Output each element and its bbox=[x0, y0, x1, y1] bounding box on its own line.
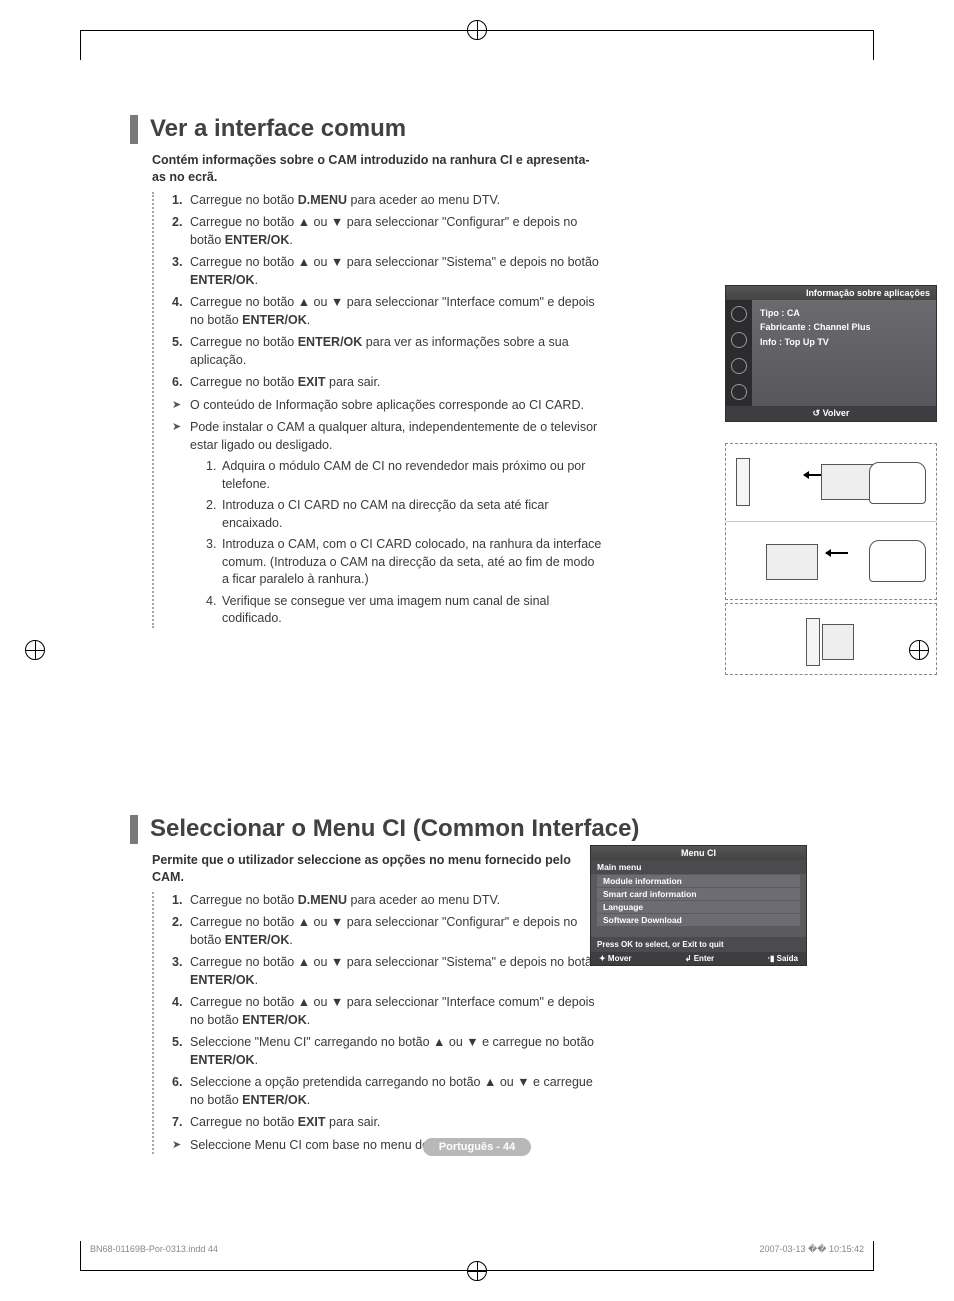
cam-inserted-diagram bbox=[725, 603, 937, 675]
osd-menu-ci: Menu CI Main menu Module informationSmar… bbox=[590, 845, 807, 966]
step-item: 2.Carregue no botão ▲ ou ▼ para seleccio… bbox=[172, 914, 602, 949]
imprint: BN68-01169B-Por-0313.indd 44 2007-03-13 … bbox=[90, 1244, 864, 1255]
substep-item: 1.Adquira o módulo CAM de CI no revended… bbox=[206, 458, 602, 493]
step-item: 5.Seleccione "Menu CI" carregando no bot… bbox=[172, 1034, 602, 1069]
imprint-file: BN68-01169B-Por-0313.indd 44 bbox=[90, 1244, 218, 1255]
step-item: 1.Carregue no botão D.MENU para aceder a… bbox=[172, 192, 602, 210]
cam-icon bbox=[766, 544, 818, 580]
step-item: 1.Carregue no botão D.MENU para aceder a… bbox=[172, 892, 602, 910]
hand-icon bbox=[869, 462, 926, 504]
registration-mark-icon bbox=[25, 640, 45, 660]
osd-title: Informação sobre aplicações bbox=[726, 286, 936, 300]
section-title: Seleccionar o Menu CI (Common Interface) bbox=[130, 815, 825, 844]
step-item: 6.Seleccione a opção pretendida carregan… bbox=[172, 1074, 602, 1109]
osd-main-menu: Main menu bbox=[591, 860, 806, 874]
osd-exit-hint: ⋅▮ Saída bbox=[767, 954, 798, 963]
osd-title: Menu CI bbox=[591, 846, 806, 860]
card-icon bbox=[821, 464, 873, 500]
arrow-left-icon bbox=[826, 552, 848, 554]
substep-item: 3.Introduza o CAM, com o CI CARD colocad… bbox=[206, 536, 602, 589]
osd-hint: Press OK to select, or Exit to quit bbox=[591, 937, 806, 952]
cam-icon bbox=[822, 624, 854, 660]
osd-app-info: Informação sobre aplicações Tipo : CA Fa… bbox=[725, 285, 937, 422]
osd-enter-hint: ↲ Enter bbox=[685, 954, 714, 963]
page-number: Português - 44 bbox=[423, 1138, 531, 1156]
osd-manufacturer: Fabricante : Channel Plus bbox=[760, 320, 928, 334]
page-footer: Português - 44 bbox=[0, 1137, 954, 1156]
osd-info-column: Tipo : CA Fabricante : Channel Plus Info… bbox=[752, 300, 936, 406]
step-item: 4.Carregue no botão ▲ ou ▼ para seleccio… bbox=[172, 294, 602, 329]
section-title-text: Seleccionar o Menu CI (Common Interface) bbox=[150, 815, 639, 842]
osd-menu-item: Smart card information bbox=[597, 888, 800, 900]
osd-footer: ↺ Volver bbox=[726, 406, 936, 421]
section-intro: Contém informações sobre o CAM introduzi… bbox=[152, 152, 592, 186]
substep-item: 2.Introduza o CI CARD no CAM na direcção… bbox=[206, 497, 602, 532]
hand-icon bbox=[869, 540, 926, 582]
step-item: 3.Carregue no botão ▲ ou ▼ para seleccio… bbox=[172, 254, 602, 289]
section-title: Ver a interface comum bbox=[130, 115, 825, 144]
sound-icon bbox=[731, 384, 747, 400]
gear-icon bbox=[731, 358, 747, 374]
steps-list: 1.Carregue no botão D.MENU para aceder a… bbox=[152, 192, 602, 628]
step-item: 3.Carregue no botão ▲ ou ▼ para seleccio… bbox=[172, 954, 602, 989]
steps-list: 1.Carregue no botão D.MENU para aceder a… bbox=[152, 892, 602, 1155]
registration-mark-icon bbox=[467, 1261, 487, 1281]
osd-menu-item: Software Download bbox=[597, 914, 800, 926]
crop-mark bbox=[80, 1241, 81, 1271]
step-item: 2.Carregue no botão ▲ ou ▼ para seleccio… bbox=[172, 214, 602, 249]
osd-footer: ✦ Mover ↲ Enter ⋅▮ Saída bbox=[591, 952, 806, 965]
cam-install-diagram bbox=[725, 443, 937, 600]
osd-icon-column bbox=[726, 300, 752, 406]
substep-item: 4.Verifique se consegue ver uma imagem n… bbox=[206, 593, 602, 628]
osd-menu-item: Language bbox=[597, 901, 800, 913]
picture-icon bbox=[731, 332, 747, 348]
osd-menu-item: Module information bbox=[597, 875, 800, 887]
step-item: 5.Carregue no botão ENTER/OK para ver as… bbox=[172, 334, 602, 369]
osd-move-hint: ✦ Mover bbox=[599, 954, 632, 963]
globe-icon bbox=[731, 306, 747, 322]
osd-type: Tipo : CA bbox=[760, 306, 928, 320]
registration-mark-icon bbox=[467, 20, 487, 40]
section-title-text: Ver a interface comum bbox=[150, 115, 406, 142]
step-item: 4.Carregue no botão ▲ ou ▼ para seleccio… bbox=[172, 994, 602, 1029]
crop-mark bbox=[873, 1241, 874, 1271]
note-item: O conteúdo de Informação sobre aplicaçõe… bbox=[172, 397, 602, 415]
crop-mark bbox=[80, 30, 81, 60]
osd-info: Info : Top Up TV bbox=[760, 335, 928, 349]
slot-icon bbox=[736, 458, 750, 506]
crop-mark bbox=[873, 30, 874, 60]
step-item: 7.Carregue no botão EXIT para sair. bbox=[172, 1114, 602, 1132]
slot-icon bbox=[806, 618, 820, 666]
step-item: 6.Carregue no botão EXIT para sair. bbox=[172, 374, 602, 392]
note-item: Pode instalar o CAM a qualquer altura, i… bbox=[172, 419, 602, 628]
imprint-date: 2007-03-13 �� 10:15:42 bbox=[759, 1244, 864, 1255]
section-intro: Permite que o utilizador seleccione as o… bbox=[152, 852, 592, 886]
